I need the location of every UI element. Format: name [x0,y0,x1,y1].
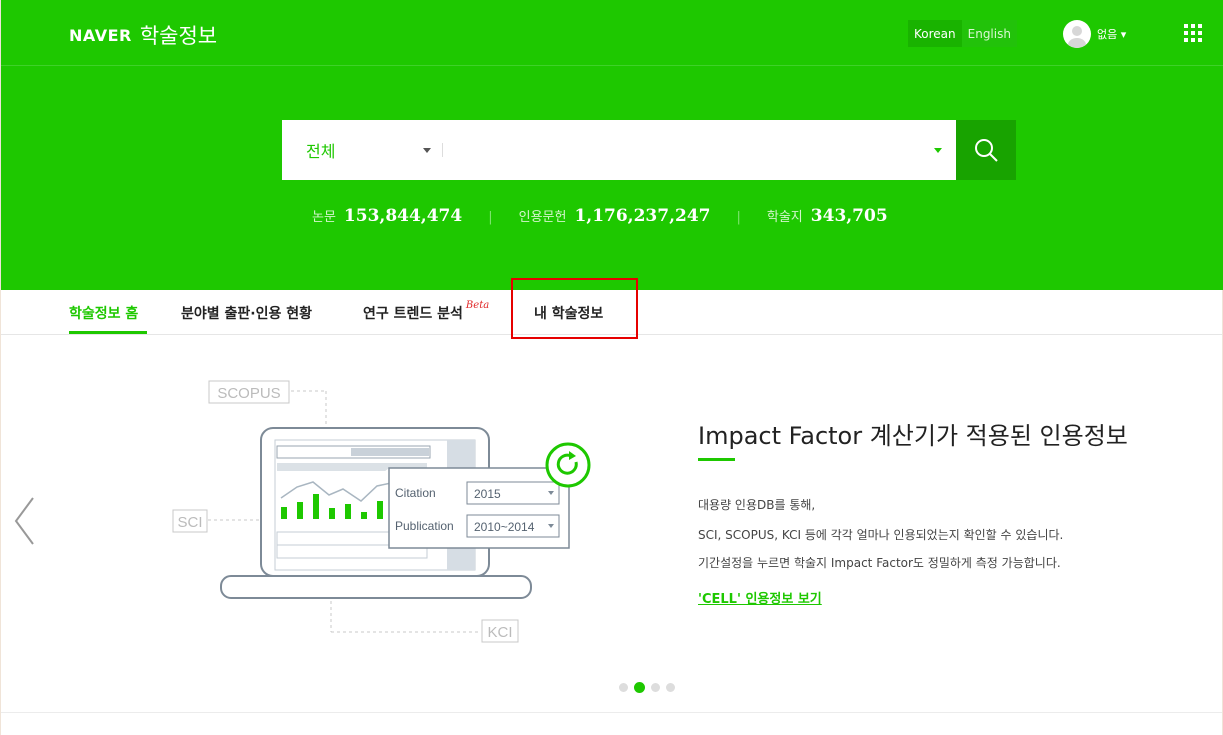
search-icon [975,139,998,162]
lang-korean[interactable]: Korean [908,20,962,47]
chevron-down-icon[interactable] [423,148,431,153]
scopus-label: SCOPUS [217,385,280,402]
popup-publication-label: Publication [395,519,454,533]
search-scope-value[interactable]: 전체 [306,142,335,161]
tab-research-trend[interactable]: 연구 트렌드 분석 Beta [363,290,489,335]
slide-dot-active[interactable] [634,682,645,693]
service-title[interactable]: 학술정보 [140,20,217,50]
banner-desc-line-1: 대용량 인용DB를 통해, [698,498,816,512]
popup-citation-value: 2015 [474,487,501,501]
page: NAVER 학술정보 Korean English 없음 ▾ 전체 논문 153… [0,0,1223,735]
top-bar: NAVER 학술정보 Korean English 없음 ▾ [1,0,1223,66]
highlight-box [511,278,638,339]
beta-badge: Beta [465,300,490,311]
apps-grid-icon[interactable] [1184,24,1202,42]
prev-slide-arrow-icon[interactable] [13,496,35,546]
popup-citation-label: Citation [395,486,436,500]
cell-citation-link[interactable]: 'CELL' 인용정보 보기 [698,588,822,607]
tab-research-trend-label: 연구 트렌드 분석 [363,305,463,322]
banner-desc-line-3: 기간설정을 누르면 학술지 Impact Factor도 정밀하게 측정 가능합… [698,556,1061,570]
divider: | [736,210,741,225]
banner-headline: Impact Factor 계산기가 적용된 인용정보 [698,422,1128,450]
avatar[interactable] [1063,20,1091,48]
divider [1,712,1222,713]
stats-row: 논문 153,844,474 | 인용문헌 1,176,237,247 | 학술… [312,206,888,226]
language-switch: Korean English [908,20,1017,47]
banner-desc-line-2: SCI, SCOPUS, KCI 등에 각각 얼마나 인용되었는지 확인할 수 … [698,528,1064,542]
stat-label-journals: 학술지 [766,210,803,225]
stat-value-citations: 1,176,237,247 [574,206,711,226]
stat-value-papers: 153,844,474 [343,206,463,226]
user-name[interactable]: 없음 ▾ [1097,26,1126,42]
active-tab-indicator [69,331,147,334]
logo[interactable]: NAVER 학술정보 [69,20,217,50]
search-button[interactable] [956,120,1016,180]
search-scope-select[interactable]: 전체 [282,138,442,162]
autocomplete-toggle-icon[interactable] [934,148,942,153]
lang-english[interactable]: English [961,20,1017,47]
slide-dot[interactable] [651,683,660,692]
kci-label: KCI [487,624,512,641]
search-box: 전체 [282,120,956,180]
slide-dot[interactable] [619,683,628,692]
tab-home[interactable]: 학술정보 홈 [69,290,138,335]
user-menu[interactable]: 없음 ▾ [1063,20,1126,48]
naver-logo-text[interactable]: NAVER [69,26,132,45]
popup-publication-value: 2010~2014 [474,520,535,534]
stat-label-papers: 논문 [312,210,336,225]
search-bar: 전체 [282,120,1016,180]
slide-indicators [619,682,675,693]
tab-field-stats[interactable]: 분야별 출판·인용 현황 [181,290,312,335]
headline-accent [698,458,735,461]
header: NAVER 학술정보 Korean English 없음 ▾ 전체 논문 153… [1,0,1223,290]
citation-illustration: SCOPUS SCI KCI Citation 2015 Publication [172,380,591,643]
slide-dot[interactable] [666,683,675,692]
divider: | [488,210,493,225]
stat-label-citations: 인용문헌 [518,210,567,225]
stat-value-journals: 343,705 [810,206,888,226]
sci-label: SCI [177,514,202,531]
search-input[interactable] [443,120,956,180]
